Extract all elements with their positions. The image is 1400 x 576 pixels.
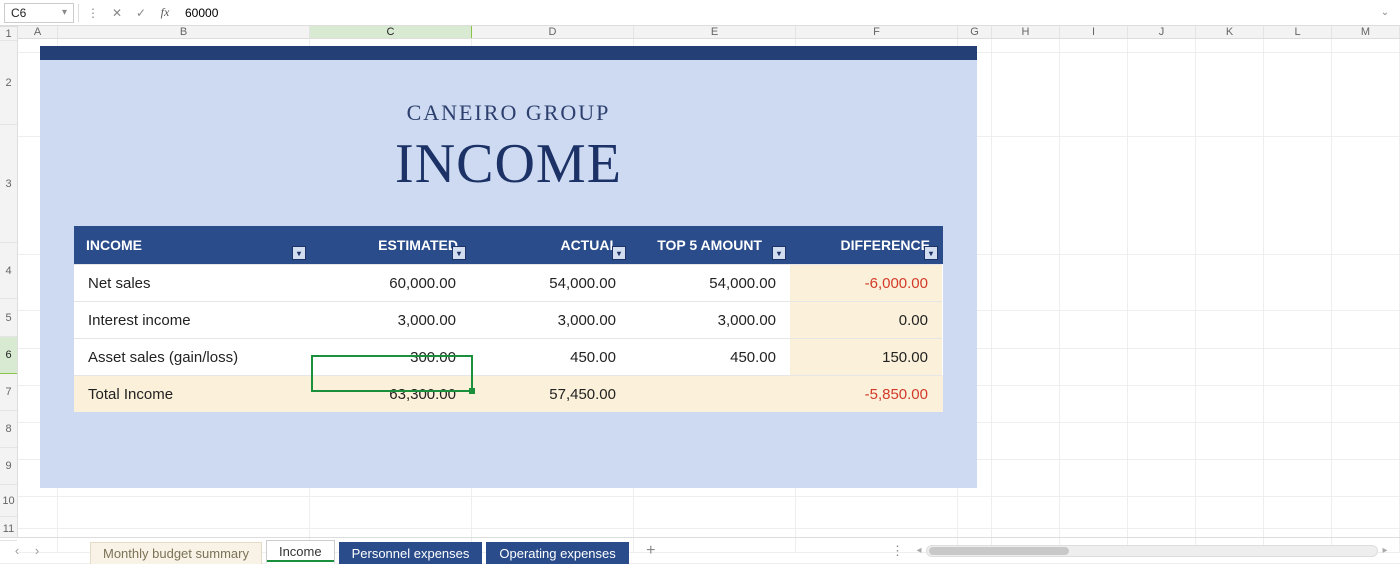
cancel-formula-icon[interactable]: ✕	[107, 3, 127, 23]
filter-dropdown-icon[interactable]: ▾	[772, 246, 786, 260]
table-row: Net sales60,000.0054,000.0054,000.00-6,0…	[74, 264, 943, 301]
row-top5[interactable]: 54,000.00	[630, 264, 790, 301]
column-header-F[interactable]: F	[796, 26, 958, 38]
row-label[interactable]: Asset sales (gain/loss)	[74, 338, 310, 375]
column-header-J[interactable]: J	[1128, 26, 1196, 38]
row-estimated[interactable]: 3,000.00	[310, 301, 470, 338]
row-header-3[interactable]: 3	[0, 125, 17, 243]
column-header-L[interactable]: L	[1264, 26, 1332, 38]
table-header-row: INCOME ▾ ESTIMATED ▾ ACTUAL ▾ TOP 5 AM	[74, 226, 943, 264]
sheet-tab[interactable]: Monthly budget summary	[90, 542, 262, 564]
row-difference[interactable]: 150.00	[790, 338, 942, 375]
fx-icon[interactable]: fx	[155, 3, 175, 23]
expand-formula-bar-icon[interactable]: ⌄	[1374, 7, 1396, 18]
scroll-thumb[interactable]	[929, 547, 1069, 555]
col-header-difference[interactable]: DIFFERENCE ▾	[790, 226, 942, 264]
table-total-row: Total Income 63,300.00 57,450.00 -5,850.…	[74, 375, 943, 412]
row-estimated[interactable]: 60,000.00	[310, 264, 470, 301]
name-box[interactable]: C6 ▾	[4, 3, 74, 23]
status-bar	[0, 563, 1400, 575]
row-actual[interactable]: 54,000.00	[470, 264, 630, 301]
row-label[interactable]: Net sales	[74, 264, 310, 301]
table-row: Interest income3,000.003,000.003,000.000…	[74, 301, 943, 338]
filter-dropdown-icon[interactable]: ▾	[452, 246, 466, 260]
scroll-right-icon[interactable]: ▸	[1378, 545, 1392, 556]
total-label: Total Income	[74, 375, 310, 412]
income-table: INCOME ▾ ESTIMATED ▾ ACTUAL ▾ TOP 5 AM	[74, 226, 943, 412]
table-row: Asset sales (gain/loss)300.00450.00450.0…	[74, 338, 943, 375]
add-sheet-button[interactable]: +	[639, 542, 663, 560]
column-header-M[interactable]: M	[1332, 26, 1400, 38]
row-difference[interactable]: 0.00	[790, 301, 942, 338]
accept-formula-icon[interactable]: ✓	[131, 3, 151, 23]
tab-nav-next-icon[interactable]: ›	[28, 542, 46, 560]
total-actual: 57,450.00	[470, 375, 630, 412]
formula-bar: C6 ▾ ⋮ ✕ ✓ fx ⌄	[0, 0, 1400, 26]
row-header-4[interactable]: 4	[0, 243, 17, 299]
scroll-left-icon[interactable]: ◂	[912, 545, 926, 556]
row-label[interactable]: Interest income	[74, 301, 310, 338]
row-difference[interactable]: -6,000.00	[790, 264, 942, 301]
column-header-H[interactable]: H	[992, 26, 1060, 38]
column-headers: ABCDEFGHIJKLM	[18, 26, 1400, 39]
scroll-track[interactable]	[926, 545, 1378, 557]
total-difference: -5,850.00	[790, 375, 942, 412]
column-header-C[interactable]: C	[310, 26, 472, 38]
sheet-tab[interactable]: Income	[266, 540, 335, 564]
filter-dropdown-icon[interactable]: ▾	[292, 246, 306, 260]
name-box-value: C6	[11, 6, 26, 20]
row-header-7[interactable]: 7	[0, 374, 17, 411]
row-header-2[interactable]: 2	[0, 41, 17, 125]
total-top5	[630, 375, 790, 412]
formula-input[interactable]	[179, 3, 1370, 23]
row-header-8[interactable]: 8	[0, 411, 17, 448]
filter-dropdown-icon[interactable]: ▾	[924, 246, 938, 260]
company-subtitle: CANEIRO GROUP	[40, 100, 977, 126]
row-headers: 1234567891011	[0, 26, 18, 537]
spreadsheet-grid: 1234567891011 ABCDEFGHIJKLM CANEIRO GROU…	[0, 26, 1400, 537]
row-actual[interactable]: 450.00	[470, 338, 630, 375]
column-header-K[interactable]: K	[1196, 26, 1264, 38]
total-estimated: 63,300.00	[310, 375, 470, 412]
more-icon[interactable]: ⋮	[83, 3, 103, 23]
tab-nav-prev-icon[interactable]: ‹	[8, 542, 26, 560]
tabs-menu-icon[interactable]: ⋮	[885, 543, 910, 559]
horizontal-scrollbar[interactable]: ◂ ▸	[912, 544, 1392, 558]
row-top5[interactable]: 450.00	[630, 338, 790, 375]
separator	[78, 4, 79, 22]
row-header-9[interactable]: 9	[0, 448, 17, 485]
sheet-tabs-bar: ‹ › Monthly budget summaryIncomePersonne…	[0, 537, 1400, 563]
row-top5[interactable]: 3,000.00	[630, 301, 790, 338]
column-header-E[interactable]: E	[634, 26, 796, 38]
col-header-estimated[interactable]: ESTIMATED ▾	[310, 226, 470, 264]
column-header-B[interactable]: B	[58, 26, 310, 38]
row-header-6[interactable]: 6	[0, 337, 17, 374]
column-header-D[interactable]: D	[472, 26, 634, 38]
row-header-10[interactable]: 10	[0, 485, 17, 517]
row-actual[interactable]: 3,000.00	[470, 301, 630, 338]
column-header-A[interactable]: A	[18, 26, 58, 38]
column-header-G[interactable]: G	[958, 26, 992, 38]
sheet-tab[interactable]: Personnel expenses	[339, 542, 483, 564]
column-header-I[interactable]: I	[1060, 26, 1128, 38]
page-title: INCOME	[40, 132, 977, 196]
chevron-down-icon[interactable]: ▾	[62, 7, 67, 18]
row-header-1[interactable]: 1	[0, 27, 17, 41]
row-estimated[interactable]: 300.00	[310, 338, 470, 375]
col-header-top5[interactable]: TOP 5 AMOUNT ▾	[630, 226, 790, 264]
row-header-5[interactable]: 5	[0, 299, 17, 337]
sheet-tab[interactable]: Operating expenses	[486, 542, 628, 564]
col-header-income[interactable]: INCOME ▾	[74, 226, 310, 264]
col-header-actual[interactable]: ACTUAL ▾	[470, 226, 630, 264]
filter-dropdown-icon[interactable]: ▾	[612, 246, 626, 260]
